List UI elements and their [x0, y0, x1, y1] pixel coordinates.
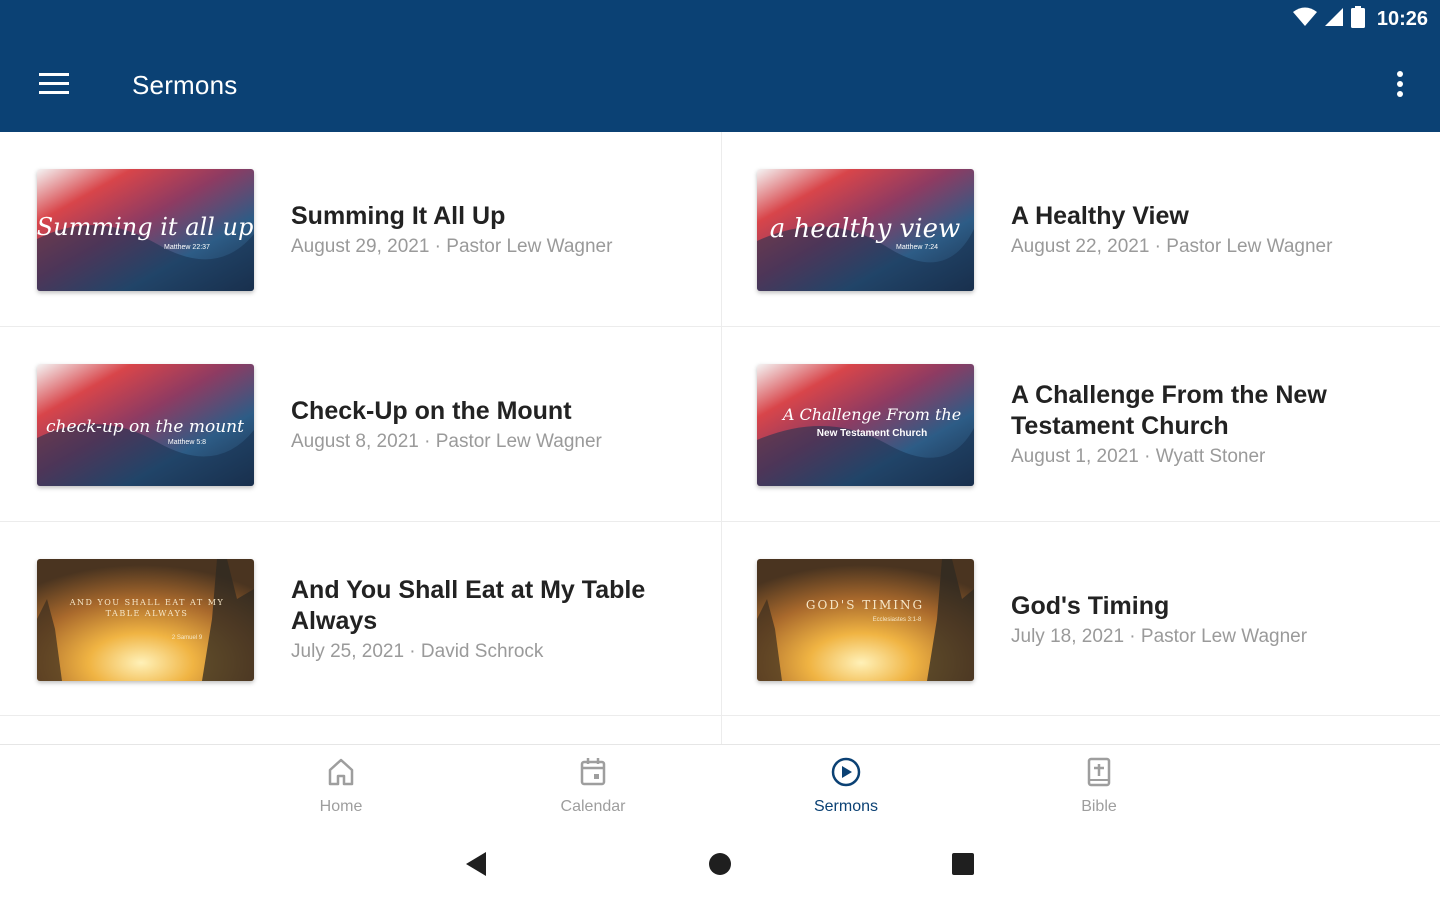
recents-square-icon	[951, 852, 975, 881]
status-time: 10:26	[1376, 8, 1428, 30]
sermon-card[interactable]: A Challenge From the New Testament Churc…	[720, 327, 1440, 521]
more-vert-icon	[1397, 70, 1403, 102]
sermon-text: Summing It All Up August 29, 2021 · Past…	[291, 132, 696, 326]
nav-calendar[interactable]: Calendar	[513, 757, 673, 827]
sermon-text: Check-Up on the Mount August 8, 2021 · P…	[291, 327, 696, 521]
thumbnail-title: AND YOU SHALL EAT AT MY TABLE ALWAYS	[69, 598, 225, 618]
calendar-icon	[579, 757, 607, 792]
battery-icon	[1350, 6, 1365, 33]
nav-home[interactable]: Home	[261, 757, 421, 827]
hamburger-menu-icon	[39, 72, 69, 100]
status-icons: 10:26	[1292, 6, 1428, 33]
play-circle-icon	[830, 757, 862, 792]
sermon-list: Summing it all up Matthew 22:37 Summing …	[0, 132, 1440, 744]
bible-icon	[1085, 757, 1113, 792]
thumbnail-reference: 2 Samuel 9	[172, 635, 203, 641]
nav-label: Bible	[1081, 798, 1117, 815]
sermon-meta: August 1, 2021 · Wyatt Stoner	[1011, 446, 1266, 467]
back-triangle-icon	[464, 851, 488, 882]
sermon-title: A Healthy View	[1011, 201, 1189, 230]
thumbnail-reference: Matthew 7:24	[896, 244, 938, 251]
page-title: Sermons	[132, 70, 238, 100]
sermon-card[interactable]: check-up on the mount Matthew 5:8 Check-…	[0, 327, 720, 521]
sermon-title: Summing It All Up	[291, 201, 506, 230]
bottom-navigation: Home Calendar Sermons Bible	[0, 744, 1440, 834]
sermon-title: A Challenge From the New Testament Churc…	[1011, 381, 1327, 440]
thumbnail-reference: Matthew 22:37	[164, 244, 210, 251]
cell-signal-icon	[1323, 7, 1345, 32]
sermon-meta: August 8, 2021 · Pastor Lew Wagner	[291, 430, 602, 452]
system-back-button[interactable]	[458, 850, 494, 882]
sermon-thumbnail: a healthy view Matthew 7:24	[757, 169, 974, 291]
sermon-text: A Challenge From the New Testament Churc…	[1011, 327, 1416, 521]
app-bar: Sermons	[0, 40, 1440, 132]
sermon-text: And You Shall Eat at My Table Always Jul…	[291, 522, 696, 716]
system-recents-button[interactable]	[945, 850, 981, 882]
sermon-text: A Healthy View August 22, 2021 · Pastor …	[1011, 132, 1416, 326]
nav-label: Calendar	[560, 798, 626, 815]
system-navigation-bar	[0, 834, 1440, 900]
thumbnail-reference: Ecclesiastes 3:1-8	[873, 617, 922, 623]
nav-label: Home	[319, 798, 363, 815]
thumbnail-reference: Matthew 5:8	[168, 439, 206, 446]
sermon-title: Check-Up on the Mount	[291, 396, 572, 425]
sermon-card[interactable]: a healthy view Matthew 7:24 A Healthy Vi…	[720, 132, 1440, 326]
wifi-icon	[1292, 7, 1317, 32]
sermon-thumbnail: A Challenge From the New Testament Churc…	[757, 364, 974, 486]
home-circle-icon	[707, 851, 733, 882]
sermon-meta: August 29, 2021 · Pastor Lew Wagner	[291, 235, 613, 257]
nav-label: Sermons	[813, 798, 879, 815]
sermon-thumbnail: GOD'S TIMING Ecclesiastes 3:1-8	[757, 559, 974, 681]
thumbnail-title: A Challenge From the	[781, 405, 961, 424]
nav-bible[interactable]: Bible	[1019, 757, 1179, 827]
sermon-title: God's Timing	[1011, 591, 1170, 620]
sermon-meta: August 22, 2021 · Pastor Lew Wagner	[1011, 235, 1333, 257]
nav-sermons[interactable]: Sermons	[766, 757, 926, 827]
sermon-meta: July 25, 2021 · David Schrock	[291, 641, 544, 662]
thumbnail-title: GOD'S TIMING	[806, 598, 924, 612]
more-options-button[interactable]	[1390, 66, 1410, 106]
thumbnail-title: check-up on the mount	[46, 417, 244, 437]
thumbnail-title: Summing it all up	[37, 213, 253, 241]
home-icon	[327, 757, 355, 792]
sermon-card[interactable]: Summing it all up Matthew 22:37 Summing …	[0, 132, 720, 326]
sermon-card[interactable]: GOD'S TIMING Ecclesiastes 3:1-8 God's Ti…	[720, 522, 1440, 716]
menu-button[interactable]	[34, 68, 74, 104]
system-home-button[interactable]	[702, 850, 738, 882]
sermon-title: And You Shall Eat at My Table Always	[291, 576, 646, 635]
sermon-thumbnail: AND YOU SHALL EAT AT MY TABLE ALWAYS 2 S…	[37, 559, 254, 681]
thumbnail-title: a healthy view	[770, 214, 961, 244]
sermon-text: God's Timing July 18, 2021 · Pastor Lew …	[1011, 522, 1416, 716]
sermon-card[interactable]: AND YOU SHALL EAT AT MY TABLE ALWAYS 2 S…	[0, 522, 720, 716]
status-bar: 10:26	[0, 0, 1440, 40]
sermon-thumbnail: check-up on the mount Matthew 5:8	[37, 364, 254, 486]
sermon-meta: July 18, 2021 · Pastor Lew Wagner	[1011, 625, 1308, 647]
thumbnail-reference: New Testament Church	[817, 428, 927, 439]
sermon-thumbnail: Summing it all up Matthew 22:37	[37, 169, 254, 291]
